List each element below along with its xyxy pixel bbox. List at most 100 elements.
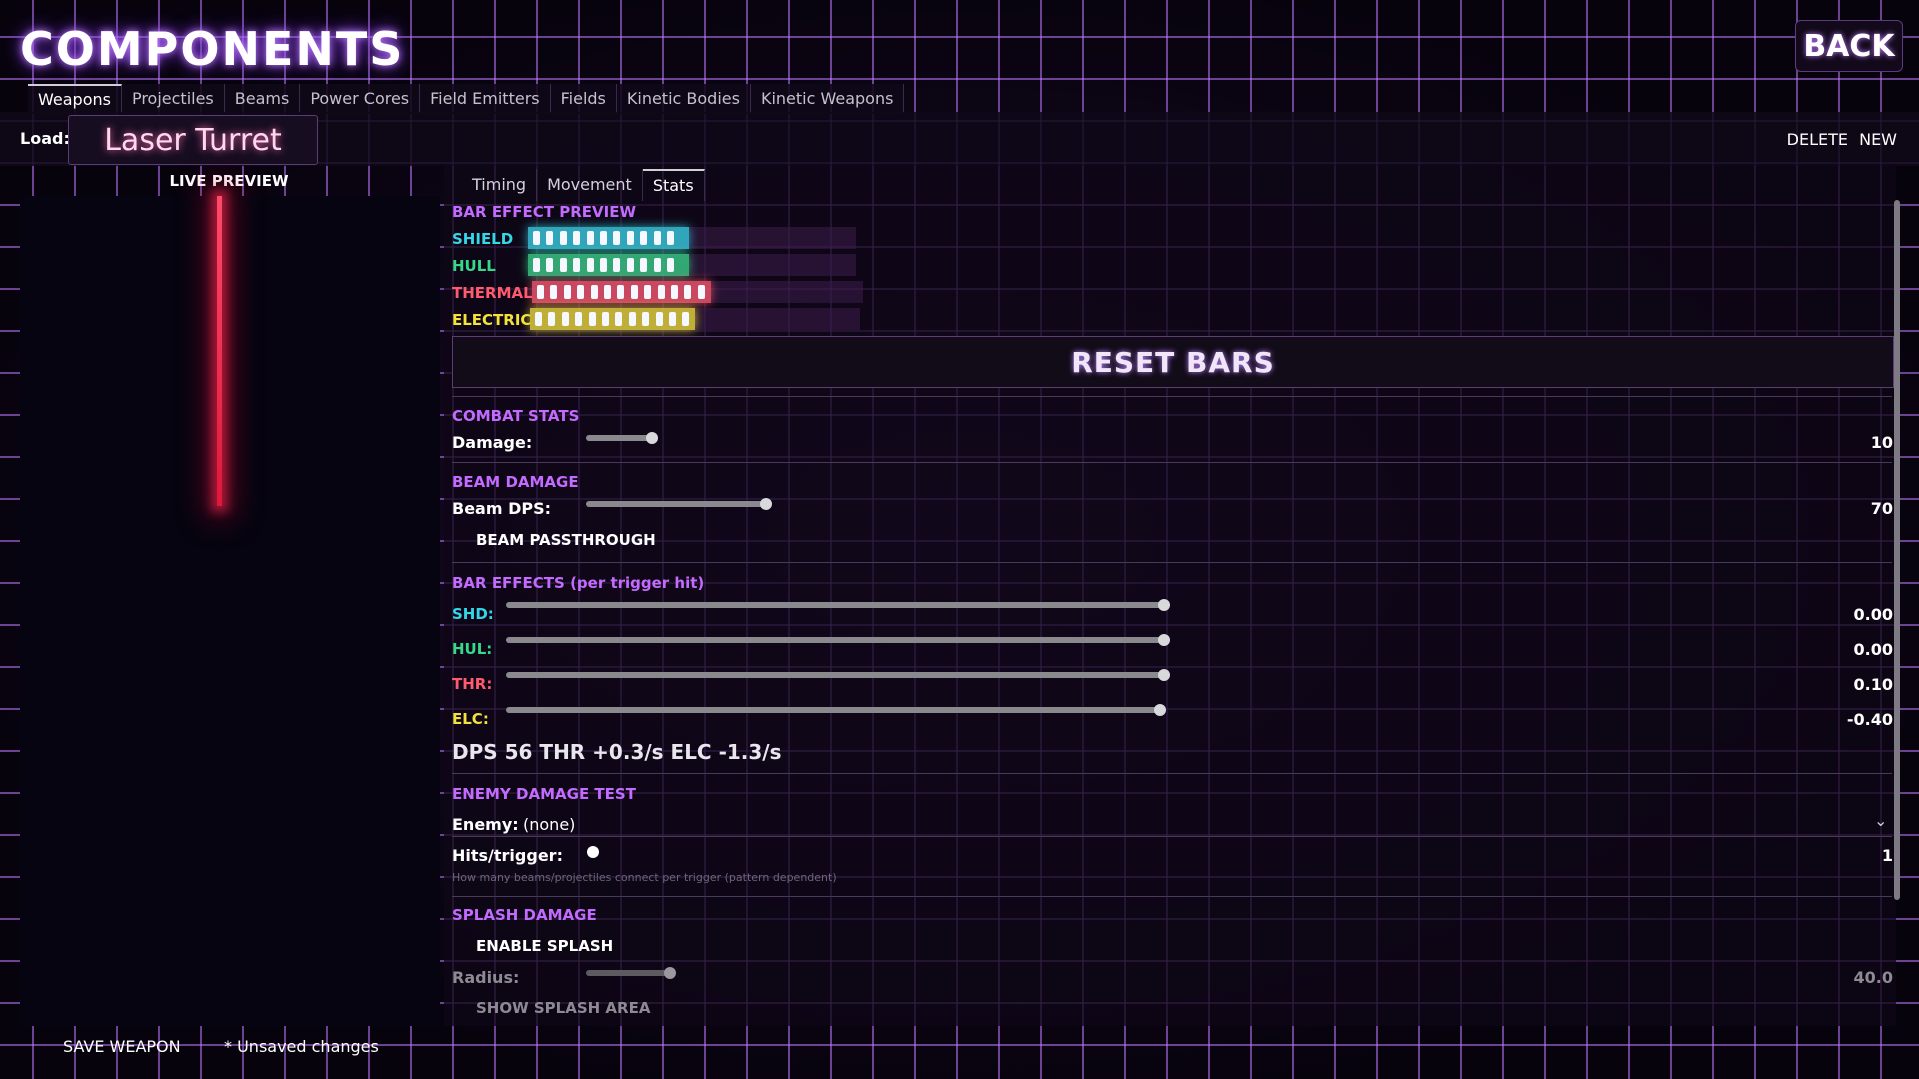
damage-slider-handle[interactable] bbox=[646, 432, 658, 444]
beam-dps-slider-handle[interactable] bbox=[760, 498, 772, 510]
bar-segment bbox=[626, 231, 634, 245]
bar-segment bbox=[667, 231, 674, 245]
bar-segment bbox=[573, 231, 581, 245]
bar-segment bbox=[671, 285, 678, 299]
electric-bar-label: ELECTRIC bbox=[452, 311, 532, 329]
bar-segment bbox=[537, 285, 544, 299]
radius-slider[interactable] bbox=[586, 967, 676, 979]
bar-segment bbox=[575, 312, 583, 326]
thr-slider[interactable] bbox=[506, 669, 1170, 681]
radius-slider-handle[interactable] bbox=[664, 967, 676, 979]
chevron-down-icon[interactable]: ⌄ bbox=[1874, 811, 1887, 830]
hul-slider[interactable] bbox=[506, 634, 1170, 646]
hul-slider-handle[interactable] bbox=[1158, 634, 1170, 646]
reset-bars-button[interactable]: RESET BARS bbox=[452, 336, 1894, 388]
tab-kinetic-weapons[interactable]: Kinetic Weapons bbox=[751, 84, 905, 114]
tab-movement[interactable]: Movement bbox=[537, 169, 643, 201]
hull-bar-label: HULL bbox=[452, 257, 496, 275]
bar-segment bbox=[533, 258, 540, 272]
bar-segment bbox=[602, 312, 609, 326]
bar-segment bbox=[613, 258, 621, 272]
bar-segment bbox=[586, 231, 594, 245]
hits-trigger-hint: How many beams/projectiles connect per t… bbox=[452, 871, 837, 884]
shd-label: SHD: bbox=[452, 605, 494, 623]
bar-segment bbox=[573, 258, 581, 272]
hits-trigger-value: 1 bbox=[1881, 846, 1893, 865]
laser-beam bbox=[217, 196, 222, 506]
bar-segment bbox=[653, 231, 661, 245]
delete-button[interactable]: DELETE bbox=[1787, 130, 1848, 149]
beam-damage-title: BEAM DAMAGE bbox=[452, 473, 579, 491]
beam-passthrough-toggle[interactable]: BEAM PASSTHROUGH bbox=[476, 531, 656, 549]
hull-bar bbox=[528, 254, 856, 276]
scrollbar[interactable] bbox=[1894, 200, 1900, 900]
page-title: COMPONENTS bbox=[20, 22, 405, 76]
bar-segment bbox=[644, 285, 652, 299]
show-splash-area-toggle[interactable]: SHOW SPLASH AREA bbox=[476, 999, 650, 1017]
elc-slider-handle[interactable] bbox=[1154, 704, 1166, 716]
bar-segment bbox=[563, 285, 571, 299]
tab-stats[interactable]: Stats bbox=[642, 169, 705, 201]
bar-segment bbox=[626, 258, 634, 272]
bar-segment bbox=[615, 312, 623, 326]
new-button[interactable]: NEW bbox=[1859, 130, 1897, 149]
thermal-bar-label: THERMAL bbox=[452, 284, 533, 302]
tab-fields[interactable]: Fields bbox=[551, 84, 617, 114]
tab-projectiles[interactable]: Projectiles bbox=[122, 84, 225, 114]
shd-slider[interactable] bbox=[506, 599, 1170, 611]
tab-beams[interactable]: Beams bbox=[225, 84, 301, 114]
thermal-bar bbox=[532, 281, 863, 303]
shield-bar bbox=[528, 227, 856, 249]
load-select[interactable]: Laser Turret bbox=[68, 115, 318, 165]
bar-segment bbox=[548, 312, 556, 326]
tab-power-cores[interactable]: Power Cores bbox=[300, 84, 421, 114]
bar-segment bbox=[684, 285, 692, 299]
radius-label: Radius: bbox=[452, 968, 520, 987]
dps-summary: DPS 56 THR +0.3/s ELC -1.3/s bbox=[452, 740, 782, 764]
bar-segment bbox=[640, 258, 648, 272]
bar-segment bbox=[535, 312, 542, 326]
bar-segment bbox=[630, 285, 638, 299]
divider bbox=[452, 836, 1892, 837]
elc-slider[interactable] bbox=[506, 704, 1166, 716]
bar-segment bbox=[655, 312, 663, 326]
damage-slider[interactable] bbox=[586, 432, 658, 444]
category-tabs: Weapons Projectiles Beams Power Cores Fi… bbox=[28, 84, 905, 114]
bar-segment bbox=[617, 285, 625, 299]
tab-field-emitters[interactable]: Field Emitters bbox=[420, 84, 551, 114]
shield-bar-label: SHIELD bbox=[452, 230, 514, 248]
back-button[interactable]: BACK bbox=[1795, 20, 1903, 72]
damage-value: 10 bbox=[1870, 433, 1893, 452]
bar-preview-title: BAR EFFECT PREVIEW bbox=[452, 203, 637, 221]
unsaved-changes-label: * Unsaved changes bbox=[224, 1037, 379, 1056]
bar-effects-title: BAR EFFECTS (per trigger hit) bbox=[452, 574, 705, 592]
bar-segment bbox=[546, 231, 554, 245]
thr-label: THR: bbox=[452, 675, 493, 693]
elc-value: -0.40 bbox=[1846, 710, 1893, 729]
bar-segment bbox=[559, 231, 567, 245]
save-weapon-button[interactable]: SAVE WEAPON bbox=[63, 1037, 181, 1056]
enemy-select[interactable]: (none) bbox=[523, 815, 575, 834]
beam-dps-slider[interactable] bbox=[586, 498, 772, 510]
bar-segment bbox=[604, 285, 611, 299]
sub-tabs: Timing Movement Stats bbox=[462, 169, 705, 201]
bar-segment bbox=[697, 285, 705, 299]
bar-segment bbox=[588, 312, 596, 326]
elc-label: ELC: bbox=[452, 710, 489, 728]
combat-stats-title: COMBAT STATS bbox=[452, 407, 580, 425]
damage-label: Damage: bbox=[452, 433, 533, 452]
bar-segment bbox=[600, 231, 607, 245]
bar-segment bbox=[533, 231, 540, 245]
bar-segment bbox=[628, 312, 636, 326]
tab-kinetic-bodies[interactable]: Kinetic Bodies bbox=[617, 84, 751, 114]
shd-slider-handle[interactable] bbox=[1158, 599, 1170, 611]
splash-damage-title: SPLASH DAMAGE bbox=[452, 906, 597, 924]
hits-trigger-slider-handle[interactable] bbox=[587, 846, 599, 858]
enable-splash-toggle[interactable]: ENABLE SPLASH bbox=[476, 937, 613, 955]
beam-dps-label: Beam DPS: bbox=[452, 499, 552, 518]
enemy-test-title: ENEMY DAMAGE TEST bbox=[452, 785, 636, 803]
tab-timing[interactable]: Timing bbox=[462, 169, 538, 201]
enemy-label: Enemy: bbox=[452, 815, 519, 834]
thr-slider-handle[interactable] bbox=[1158, 669, 1170, 681]
tab-weapons[interactable]: Weapons bbox=[28, 84, 122, 114]
